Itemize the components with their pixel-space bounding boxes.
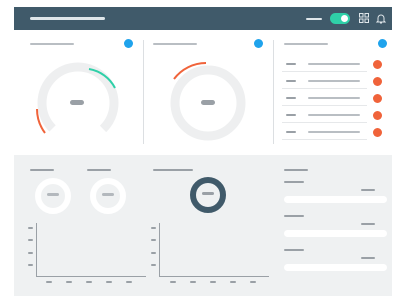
dashboard: [0, 0, 393, 296]
list-item-status-dot: [373, 94, 382, 103]
chart-2-y-tick: [151, 227, 156, 229]
list-item[interactable]: [282, 75, 367, 89]
chart-2-y-tick: [151, 252, 156, 254]
widget-2-gauge-value: [201, 100, 215, 105]
chart-2-y-tick: [151, 239, 156, 241]
widget-1-status-dot: [124, 39, 133, 48]
setting-1-value: [361, 189, 375, 191]
chart-2-x-tick: [190, 281, 196, 283]
chart-1-x-tick: [126, 281, 132, 283]
list-item-status-dot: [373, 77, 382, 86]
chart-2-x-axis: [159, 276, 269, 277]
bell-icon[interactable]: [375, 11, 387, 25]
chart-1-x-tick: [106, 281, 112, 283]
setting-3-label: [284, 249, 304, 251]
bottom-panel: [14, 155, 392, 296]
chart-1-y-tick: [28, 239, 33, 241]
widget-3-title: [284, 43, 328, 45]
widget-2-status-dot: [254, 39, 263, 48]
widget-2-title: [153, 43, 197, 45]
settings-title: [284, 169, 308, 171]
setting-1-label: [284, 181, 304, 183]
chart-1-x-tick: [86, 281, 92, 283]
chart-1-y-tick: [28, 264, 33, 266]
mini-ring-2-title: [87, 169, 111, 171]
list-item[interactable]: [282, 109, 367, 123]
chart-2-y-tick: [151, 264, 156, 266]
grid-icon[interactable]: [358, 11, 370, 25]
setting-2-slider[interactable]: [284, 230, 387, 237]
chart-2-x-tick: [250, 281, 256, 283]
chart-1-x-axis: [36, 276, 146, 277]
chart-2-x-tick: [230, 281, 236, 283]
chart-1-x-tick: [46, 281, 52, 283]
chart-2-y-axis: [159, 223, 160, 277]
chart-1-x-tick: [66, 281, 72, 283]
app-title-placeholder: [30, 17, 105, 20]
setting-1-slider[interactable]: [284, 196, 387, 203]
divider: [143, 40, 144, 144]
list-item[interactable]: [282, 92, 367, 106]
list-item[interactable]: [282, 58, 367, 72]
mini-ring-2: [90, 178, 126, 214]
list-item[interactable]: [282, 126, 367, 140]
mini-ring-1: [35, 178, 71, 214]
toggle-switch[interactable]: [330, 13, 350, 24]
chart-2-x-tick: [170, 281, 176, 283]
chart-2-x-tick: [210, 281, 216, 283]
highlight-ring: [190, 177, 226, 213]
setting-3-value: [361, 257, 375, 259]
list-item-status-dot: [373, 60, 382, 69]
list-item-status-dot: [373, 111, 382, 120]
mini-ring-1-title: [30, 169, 54, 171]
chart-2-title: [153, 169, 193, 171]
chart-1-y-axis: [36, 223, 37, 277]
header-label-placeholder: [306, 18, 322, 20]
top-bar: [14, 7, 392, 30]
chart-1-y-tick: [28, 227, 33, 229]
chart-1-y-tick: [28, 252, 33, 254]
list-item-status-dot: [373, 128, 382, 137]
setting-2-value: [361, 223, 375, 225]
widget-1-title: [30, 43, 74, 45]
divider: [273, 40, 274, 144]
setting-2-label: [284, 215, 304, 217]
setting-3-slider[interactable]: [284, 264, 387, 271]
widget-3-status-dot: [378, 39, 387, 48]
widget-1-gauge-value: [70, 100, 84, 105]
